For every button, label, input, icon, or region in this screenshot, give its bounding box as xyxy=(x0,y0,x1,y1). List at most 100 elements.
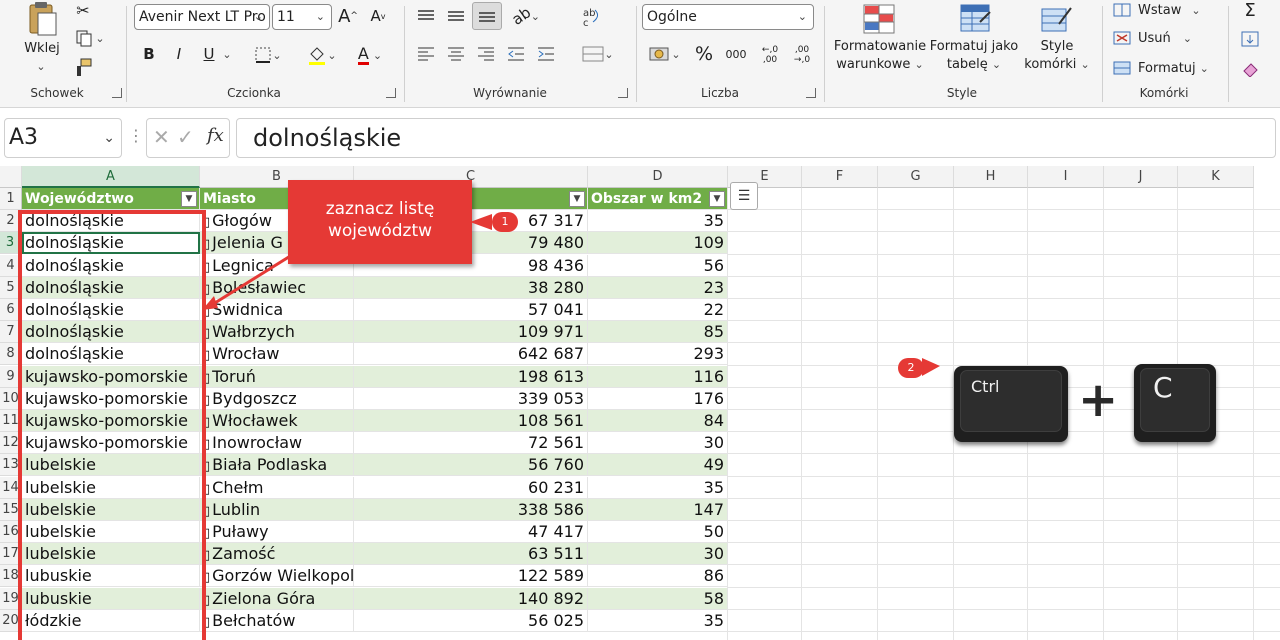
table-cell-d[interactable]: 30 xyxy=(588,543,728,566)
table-cell-d[interactable]: 116 xyxy=(588,365,728,388)
italic-button[interactable]: I xyxy=(168,42,190,66)
clipboard-launcher-icon[interactable] xyxy=(112,88,122,98)
column-header-j[interactable]: J xyxy=(1104,166,1178,188)
column-header-h[interactable]: H xyxy=(954,166,1028,188)
name-box[interactable]: A3 ⌄ xyxy=(4,118,122,158)
table-cell-d[interactable]: 58 xyxy=(588,587,728,610)
column-header-k[interactable]: K xyxy=(1178,166,1254,188)
table-cell-c[interactable]: 339 053 xyxy=(354,387,588,410)
format-cells-button[interactable]: Formatuj ⌄ xyxy=(1112,58,1212,78)
table-cell-c[interactable]: 109 971 xyxy=(354,321,588,344)
orientation-button[interactable]: ab ⌄ xyxy=(506,3,546,28)
number-format-combo[interactable]: Ogólne ⌄ xyxy=(642,4,814,30)
cell-styles-button[interactable]: Style komórki ⌄ xyxy=(1020,38,1094,74)
bold-button[interactable]: B xyxy=(138,42,160,66)
column-header-f[interactable]: F xyxy=(802,166,878,188)
table-cell-c[interactable]: 72 561 xyxy=(354,432,588,455)
align-top-button[interactable] xyxy=(414,4,438,28)
table-header-cell[interactable]: Województwo ▼ xyxy=(22,188,200,210)
table-cell-d[interactable]: 22 xyxy=(588,299,728,321)
table-cell-d[interactable]: 86 xyxy=(588,565,728,588)
table-cell-b[interactable]: ▯ Chełm xyxy=(200,476,354,499)
decrease-decimal-button[interactable]: ,00 →,0 xyxy=(788,42,816,68)
align-bottom-button[interactable] xyxy=(472,2,502,30)
table-cell-d[interactable]: 35 xyxy=(588,476,728,499)
table-cell-d[interactable]: 85 xyxy=(588,321,728,344)
table-cell-d[interactable]: 23 xyxy=(588,276,728,299)
table-cell-b[interactable]: ▯ Lublin xyxy=(200,498,354,521)
table-cell-d[interactable]: 35 xyxy=(588,609,728,632)
align-middle-button[interactable] xyxy=(444,4,468,28)
fill-color-button[interactable]: ⌄ xyxy=(302,44,342,66)
table-cell-b[interactable]: ▯ Bełchatów xyxy=(200,609,354,632)
align-center-button[interactable] xyxy=(444,42,468,66)
paste-label[interactable]: Wklej xyxy=(20,40,64,58)
table-cell-c[interactable]: 198 613 xyxy=(354,365,588,388)
quick-analysis-icon[interactable]: ☰ xyxy=(730,182,758,210)
clear-eraser-icon[interactable] xyxy=(1238,58,1262,80)
table-cell-b[interactable]: ▯ Wrocław xyxy=(200,343,354,366)
filter-dropdown-icon[interactable]: ▼ xyxy=(181,191,197,207)
font-launcher-icon[interactable] xyxy=(386,88,396,98)
table-cell-c[interactable]: 38 280 xyxy=(354,276,588,299)
table-cell-d[interactable]: 30 xyxy=(588,432,728,455)
table-cell-c[interactable]: 56 025 xyxy=(354,609,588,632)
autosum-button[interactable]: Σ xyxy=(1238,0,1262,21)
font-name-combo[interactable]: Avenir Next LT Pro ⌄ xyxy=(134,4,270,30)
table-cell-d[interactable]: 50 xyxy=(588,521,728,543)
table-cell-b[interactable]: ▯ Zamość xyxy=(200,543,354,566)
table-cell-b[interactable]: ▯ Bydgoszcz xyxy=(200,387,354,410)
format-as-table-button[interactable]: Formatuj jako tabelę ⌄ xyxy=(928,38,1020,74)
table-cell-d[interactable]: 35 xyxy=(588,210,728,233)
table-cell-c[interactable]: 57 041 xyxy=(354,299,588,321)
insert-cells-button[interactable]: Wstaw ⌄ xyxy=(1112,0,1204,20)
table-cell-b[interactable]: ▯ Inowrocław xyxy=(200,432,354,455)
font-size-combo[interactable]: 11 ⌄ xyxy=(272,4,332,30)
table-cell-b[interactable]: ▯Gorzów Wielkopolski xyxy=(200,565,354,588)
column-header-i[interactable]: I xyxy=(1028,166,1104,188)
formula-input[interactable]: dolnośląskie xyxy=(236,118,1276,158)
table-cell-b[interactable]: ▯ Biała Podlaska xyxy=(200,454,354,477)
table-cell-d[interactable]: 109 xyxy=(588,232,728,255)
column-header-g[interactable]: G xyxy=(878,166,954,188)
table-cell-c[interactable]: 140 892 xyxy=(354,587,588,610)
comma-style-button[interactable]: 000 xyxy=(722,42,750,66)
table-cell-b[interactable]: ▯ Wałbrzych xyxy=(200,321,354,344)
table-cell-b[interactable]: ▯ Zielona Góra xyxy=(200,587,354,610)
align-left-button[interactable] xyxy=(414,42,438,66)
enter-check-icon[interactable]: ✓ xyxy=(177,125,194,149)
wrap-text-button[interactable]: ab c xyxy=(578,4,606,30)
conditional-formatting-button[interactable]: Formatowanie warunkowe ⌄ xyxy=(830,38,930,74)
table-cell-c[interactable]: 108 561 xyxy=(354,410,588,432)
cut-icon[interactable]: ✂ xyxy=(72,0,94,20)
table-cell-d[interactable]: 176 xyxy=(588,387,728,410)
underline-button[interactable]: U xyxy=(198,42,220,66)
table-cell-c[interactable]: 47 417 xyxy=(354,521,588,543)
font-color-button[interactable]: A ⌄ xyxy=(350,44,390,66)
increase-decimal-button[interactable]: ←,0 ,00 xyxy=(756,42,784,68)
table-header-cell[interactable]: Obszar w km2 ▼ xyxy=(588,188,728,210)
table-cell-b[interactable]: ▯ Puławy xyxy=(200,521,354,543)
table-cell-c[interactable]: 122 589 xyxy=(354,565,588,588)
shrink-font-button[interactable]: Av xyxy=(366,4,390,28)
table-cell-d[interactable]: 293 xyxy=(588,343,728,366)
borders-button[interactable]: ⌄ xyxy=(250,44,286,66)
table-cell-b[interactable]: ▯ Włocławek xyxy=(200,410,354,432)
table-cell-d[interactable]: 147 xyxy=(588,498,728,521)
underline-dropdown-icon[interactable]: ⌄ xyxy=(220,42,234,66)
grow-font-button[interactable]: A ^ xyxy=(336,4,360,28)
table-cell-c[interactable]: 338 586 xyxy=(354,498,588,521)
table-cell-c[interactable]: 60 231 xyxy=(354,476,588,499)
row-header[interactable]: 1 xyxy=(0,188,22,210)
copy-icon[interactable]: ⌄ xyxy=(72,28,108,48)
number-launcher-icon[interactable] xyxy=(806,88,816,98)
fill-down-icon[interactable] xyxy=(1238,28,1262,50)
table-cell-d[interactable]: 56 xyxy=(588,254,728,277)
alignment-launcher-icon[interactable] xyxy=(618,88,628,98)
decrease-indent-button[interactable] xyxy=(504,42,528,66)
delete-cells-button[interactable]: Usuń ⌄ xyxy=(1112,28,1204,48)
table-cell-c[interactable]: 56 760 xyxy=(354,454,588,477)
cell-styles-icon[interactable] xyxy=(1040,2,1074,36)
column-header-a[interactable]: A xyxy=(22,166,200,188)
conditional-formatting-icon[interactable] xyxy=(862,2,896,36)
